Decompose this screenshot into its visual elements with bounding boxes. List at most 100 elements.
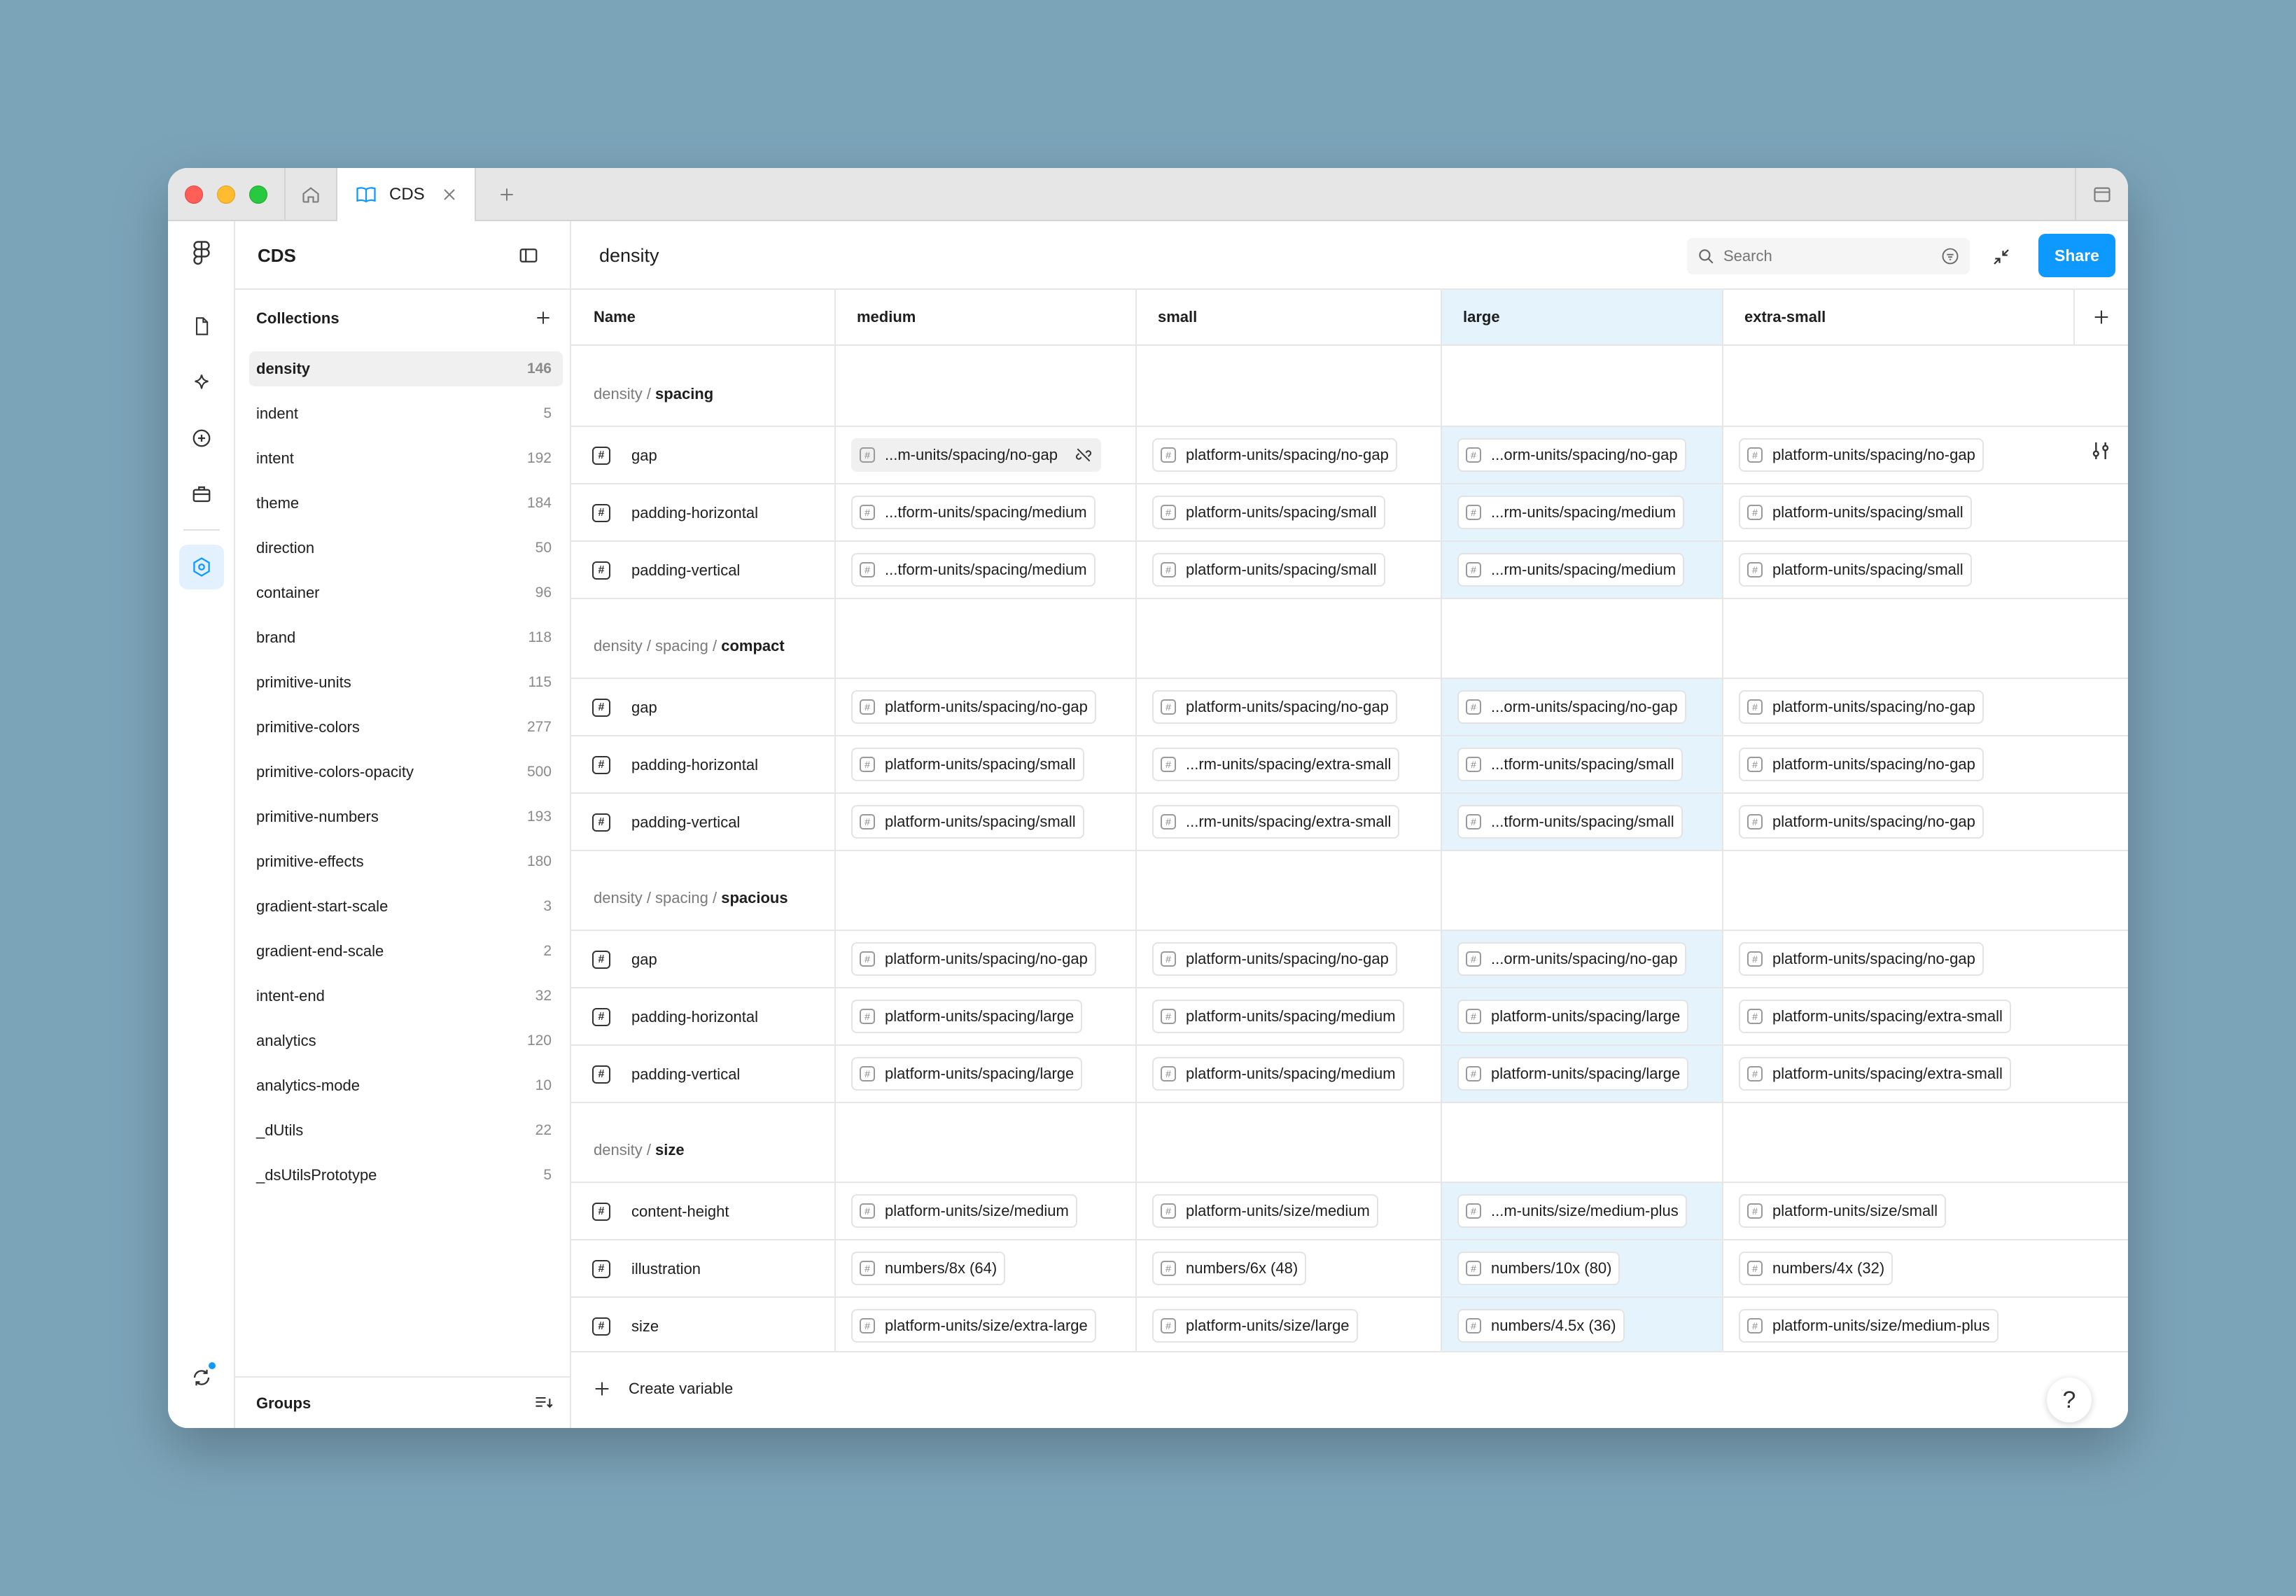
value-alias-chip[interactable]: # platform-units/size/extra-large [851, 1309, 1096, 1343]
edit-variable-button[interactable] [2073, 423, 2128, 479]
value-alias-chip[interactable]: # platform-units/spacing/no-gap [1739, 438, 1984, 472]
value-alias-chip[interactable]: # platform-units/spacing/medium [1152, 1000, 1404, 1033]
value-alias-chip[interactable]: # platform-units/spacing/no-gap [1739, 748, 1984, 781]
collection-item-intent-end[interactable]: intent-end 32 [249, 979, 563, 1014]
search-input[interactable] [1723, 247, 1919, 265]
value-alias-chip[interactable]: # platform-units/spacing/small [851, 805, 1084, 839]
filter-icon[interactable] [1940, 246, 1960, 266]
value-alias-chip[interactable]: # ...orm-units/spacing/no-gap [1457, 690, 1686, 724]
collection-item-analytics[interactable]: analytics 120 [249, 1023, 563, 1058]
variable-name-cell[interactable]: # gap [592, 699, 657, 717]
groups-sort-button[interactable] [529, 1389, 557, 1417]
home-button[interactable] [284, 168, 336, 221]
add-mode-button[interactable] [2073, 290, 2128, 346]
value-alias-chip[interactable]: # platform-units/spacing/no-gap [1152, 942, 1397, 976]
value-alias-chip[interactable]: # platform-units/spacing/no-gap [1739, 690, 1984, 724]
value-alias-chip[interactable]: # numbers/10x (80) [1457, 1252, 1620, 1285]
value-alias-chip[interactable]: # ...rm-units/spacing/medium [1457, 553, 1685, 587]
sync-button[interactable] [179, 1355, 224, 1400]
new-tab-button[interactable] [487, 168, 526, 221]
collection-item-analytics-mode[interactable]: analytics-mode 10 [249, 1068, 563, 1103]
value-alias-chip[interactable]: # ...tform-units/spacing/small [1457, 805, 1683, 839]
toggle-panel-button[interactable] [512, 239, 545, 272]
variable-name-cell[interactable]: # padding-horizontal [592, 504, 758, 522]
value-alias-chip[interactable]: # ...tform-units/spacing/small [1457, 748, 1683, 781]
collapse-button[interactable] [1982, 238, 2020, 276]
collection-item-density[interactable]: density 146 [249, 351, 563, 386]
column-header-large[interactable]: large [1441, 290, 1722, 346]
value-alias-chip[interactable]: # platform-units/spacing/no-gap [851, 690, 1096, 724]
files-button[interactable] [179, 304, 224, 349]
collection-item-primitive-numbers[interactable]: primitive-numbers 193 [249, 799, 563, 834]
add-button[interactable] [179, 416, 224, 461]
collection-item-direction[interactable]: direction 50 [249, 531, 563, 566]
value-alias-chip[interactable]: # ...orm-units/spacing/no-gap [1457, 942, 1686, 976]
value-alias-chip[interactable]: # ...tform-units/spacing/medium [851, 496, 1096, 529]
value-alias-chip[interactable]: # ...m-units/spacing/no-gap [851, 438, 1102, 472]
value-alias-chip[interactable]: # platform-units/spacing/no-gap [1739, 805, 1984, 839]
value-alias-chip[interactable]: # platform-units/size/medium [1152, 1194, 1378, 1228]
value-alias-chip[interactable]: # platform-units/spacing/medium [1152, 1057, 1404, 1091]
value-alias-chip[interactable]: # platform-units/spacing/no-gap [851, 942, 1096, 976]
collection-item-dutils[interactable]: _dUtils 22 [249, 1113, 563, 1148]
value-alias-chip[interactable]: # platform-units/spacing/extra-small [1739, 1057, 2011, 1091]
value-alias-chip[interactable]: # numbers/8x (64) [851, 1252, 1006, 1285]
column-header-medium[interactable]: medium [834, 290, 1135, 346]
create-variable-button[interactable]: Create variable [592, 1366, 733, 1411]
variable-name-cell[interactable]: # illustration [592, 1260, 701, 1278]
variable-name-cell[interactable]: # gap [592, 951, 657, 969]
zoom-window-button[interactable] [249, 186, 267, 204]
figma-logo-button[interactable] [179, 231, 224, 276]
collection-item-gradient-start-scale[interactable]: gradient-start-scale 3 [249, 889, 563, 924]
value-alias-chip[interactable]: # platform-units/spacing/large [1457, 1000, 1689, 1033]
close-window-button[interactable] [185, 186, 203, 204]
value-alias-chip[interactable]: # platform-units/size/small [1739, 1194, 1946, 1228]
value-alias-chip[interactable]: # ...orm-units/spacing/no-gap [1457, 438, 1686, 472]
column-header-extra-small[interactable]: extra-small [1722, 290, 2073, 346]
value-alias-chip[interactable]: # platform-units/spacing/no-gap [1152, 438, 1397, 472]
collection-item-intent[interactable]: intent 192 [249, 441, 563, 476]
share-button[interactable]: Share [2038, 234, 2115, 277]
close-tab-icon[interactable] [441, 186, 458, 203]
ai-button[interactable] [179, 360, 224, 405]
value-alias-chip[interactable]: # platform-units/size/medium-plus [1739, 1309, 1998, 1343]
tab-cds[interactable]: CDS [336, 168, 476, 221]
collection-item-gradient-end-scale[interactable]: gradient-end-scale 2 [249, 934, 563, 969]
add-collection-button[interactable] [529, 304, 557, 332]
collection-item-indent[interactable]: indent 5 [249, 396, 563, 431]
value-alias-chip[interactable]: # numbers/4x (32) [1739, 1252, 1893, 1285]
collection-item-primitive-units[interactable]: primitive-units 115 [249, 665, 563, 700]
collection-item-primitive-colors[interactable]: primitive-colors 277 [249, 710, 563, 745]
collection-item-dsutilsprototype[interactable]: _dsUtilsPrototype 5 [249, 1158, 563, 1193]
value-alias-chip[interactable]: # platform-units/spacing/large [851, 1057, 1083, 1091]
value-alias-chip[interactable]: # platform-units/size/medium [851, 1194, 1077, 1228]
collection-item-container[interactable]: container 96 [249, 575, 563, 610]
collection-item-primitive-colors-opacity[interactable]: primitive-colors-opacity 500 [249, 755, 563, 790]
variable-name-cell[interactable]: # size [592, 1317, 659, 1336]
collection-item-primitive-effects[interactable]: primitive-effects 180 [249, 844, 563, 879]
value-alias-chip[interactable]: # platform-units/spacing/no-gap [1739, 942, 1984, 976]
variable-name-cell[interactable]: # padding-horizontal [592, 1008, 758, 1026]
value-alias-chip[interactable]: # ...tform-units/spacing/medium [851, 553, 1096, 587]
value-alias-chip[interactable]: # platform-units/spacing/large [851, 1000, 1083, 1033]
variables-button[interactable] [179, 545, 224, 589]
column-header-name[interactable]: Name [571, 290, 834, 346]
variable-name-cell[interactable]: # padding-vertical [592, 561, 740, 580]
variable-name-cell[interactable]: # padding-vertical [592, 1065, 740, 1084]
value-alias-chip[interactable]: # platform-units/spacing/small [851, 748, 1084, 781]
value-alias-chip[interactable]: # platform-units/size/large [1152, 1309, 1358, 1343]
variable-name-cell[interactable]: # padding-vertical [592, 813, 740, 832]
value-alias-chip[interactable]: # platform-units/spacing/small [1739, 496, 1972, 529]
value-alias-chip[interactable]: # platform-units/spacing/small [1739, 553, 1972, 587]
value-alias-chip[interactable]: # numbers/4.5x (36) [1457, 1309, 1625, 1343]
minimize-window-button[interactable] [217, 186, 235, 204]
value-alias-chip[interactable]: # platform-units/spacing/small [1152, 496, 1385, 529]
variable-name-cell[interactable]: # padding-horizontal [592, 756, 758, 774]
detach-link-icon[interactable] [1074, 446, 1093, 464]
value-alias-chip[interactable]: # numbers/6x (48) [1152, 1252, 1307, 1285]
value-alias-chip[interactable]: # ...m-units/size/medium-plus [1457, 1194, 1687, 1228]
value-alias-chip[interactable]: # platform-units/spacing/large [1457, 1057, 1689, 1091]
value-alias-chip[interactable]: # platform-units/spacing/no-gap [1152, 690, 1397, 724]
assets-button[interactable] [179, 472, 224, 517]
collection-item-brand[interactable]: brand 118 [249, 620, 563, 655]
